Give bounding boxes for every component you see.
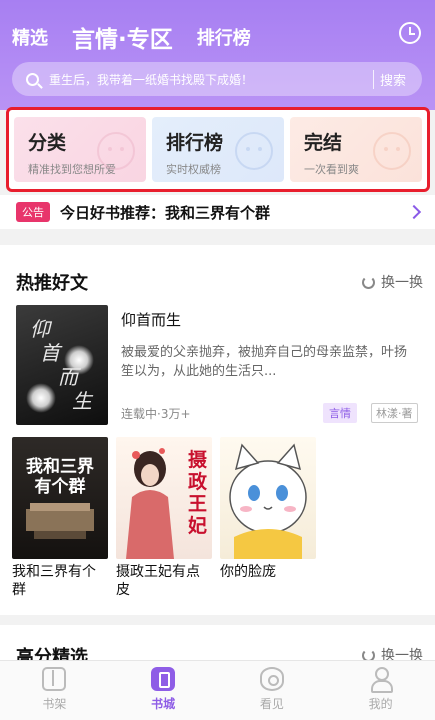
category-card-ranking[interactable]: 排行榜 实时权威榜 <box>152 117 284 182</box>
bookstore-icon <box>151 667 176 691</box>
user-icon <box>369 667 393 693</box>
book-card[interactable]: 你的脸庞 <box>220 437 316 581</box>
tab-romance-zone[interactable]: 言情·专区 <box>72 20 173 54</box>
book-cover-title: 我和三界有个群 <box>26 457 94 497</box>
bottom-navigation: 书架 书城 看见 我的 <box>0 660 435 720</box>
tab-ranking[interactable]: 排行榜 <box>197 24 251 50</box>
category-entries: 分类 精准找到您想所爱 排行榜 实时权威榜 完结 一次看到爽 <box>6 107 430 192</box>
feature-book-description: 被最爱的父亲抛弃，被抛弃自己的母亲监禁，叶扬笙以为，从此她的生活只... <box>121 345 408 379</box>
cat-illustration <box>229 443 307 559</box>
search-button[interactable]: 搜索 <box>372 69 422 89</box>
eye-icon <box>259 667 284 691</box>
nav-label: 书架 <box>42 697 67 711</box>
nav-profile[interactable]: 我的 <box>326 661 435 720</box>
decorative-illustration-icon <box>235 132 273 170</box>
book-title[interactable]: 我和三界有个群 <box>12 563 108 599</box>
refresh-button[interactable]: 换一换 <box>362 272 423 292</box>
cover-title-char: 生 <box>72 389 92 413</box>
tab-featured[interactable]: 精选 <box>12 24 48 50</box>
bookshelf-icon <box>42 667 67 691</box>
nav-label: 书城 <box>151 697 176 711</box>
feature-book-cover[interactable]: 仰 首 而 生 <box>16 305 108 425</box>
top-tabs: 精选 言情·专区 排行榜 <box>12 20 275 54</box>
decorative-illustration-icon <box>373 132 411 170</box>
book-title[interactable]: 你的脸庞 <box>220 563 316 581</box>
book-title[interactable]: 摄政王妃有点皮 <box>116 563 212 599</box>
category-card-classify[interactable]: 分类 精准找到您想所爱 <box>14 117 146 182</box>
cover-title-char: 首 <box>40 341 60 365</box>
genre-tag: 言情 <box>323 403 357 423</box>
refresh-icon <box>362 275 375 289</box>
flower-decoration <box>26 383 56 413</box>
book-cover[interactable]: 我和三界有个群 <box>12 437 108 559</box>
book-cover[interactable]: 摄政王妃 <box>116 437 212 559</box>
book-card[interactable]: 摄政王妃 摄政王妃有点皮 <box>116 437 212 599</box>
history-clock-icon[interactable] <box>399 22 421 44</box>
author-tag: 林漾·著 <box>371 403 418 423</box>
nav-label: 我的 <box>368 697 393 711</box>
decorative-illustration-icon <box>97 132 135 170</box>
search-icon <box>26 72 39 86</box>
chevron-right-icon[interactable] <box>406 204 422 220</box>
feature-book-status: 连载中·3万+ <box>121 407 191 421</box>
refresh-label: 换一换 <box>381 275 423 291</box>
feature-book-title[interactable]: 仰首而生 <box>121 309 181 330</box>
notice-badge: 公告 <box>16 202 50 222</box>
book-cover-art <box>26 503 94 539</box>
hot-section: 热推好文 换一换 仰 首 而 生 仰首而生 被最爱的父亲抛弃，被抛弃自己的母亲监… <box>0 245 435 615</box>
book-cover[interactable] <box>220 437 316 559</box>
book-card[interactable]: 我和三界有个群 我和三界有个群 <box>12 437 108 599</box>
book-cover-title: 摄政王妃 <box>188 449 208 537</box>
section-title: 热推好文 <box>16 273 88 294</box>
search-bar[interactable]: 重生后，我带着一纸婚书找殿下成婚！ 搜索 <box>12 62 422 96</box>
nav-discover[interactable]: 看见 <box>218 661 327 720</box>
nav-label: 看见 <box>259 697 284 711</box>
search-input[interactable]: 重生后，我带着一纸婚书找殿下成婚！ <box>49 71 373 88</box>
notice-text[interactable]: 今日好书推荐：我和三界有个群 <box>60 202 409 223</box>
nav-bookstore[interactable]: 书城 <box>109 661 218 720</box>
nav-bookshelf[interactable]: 书架 <box>0 661 109 720</box>
category-card-completed[interactable]: 完结 一次看到爽 <box>290 117 422 182</box>
top-header: 精选 言情·专区 排行榜 重生后，我带着一纸婚书找殿下成婚！ 搜索 <box>0 0 435 110</box>
notice-bar[interactable]: 公告 今日好书推荐：我和三界有个群 <box>0 195 435 229</box>
